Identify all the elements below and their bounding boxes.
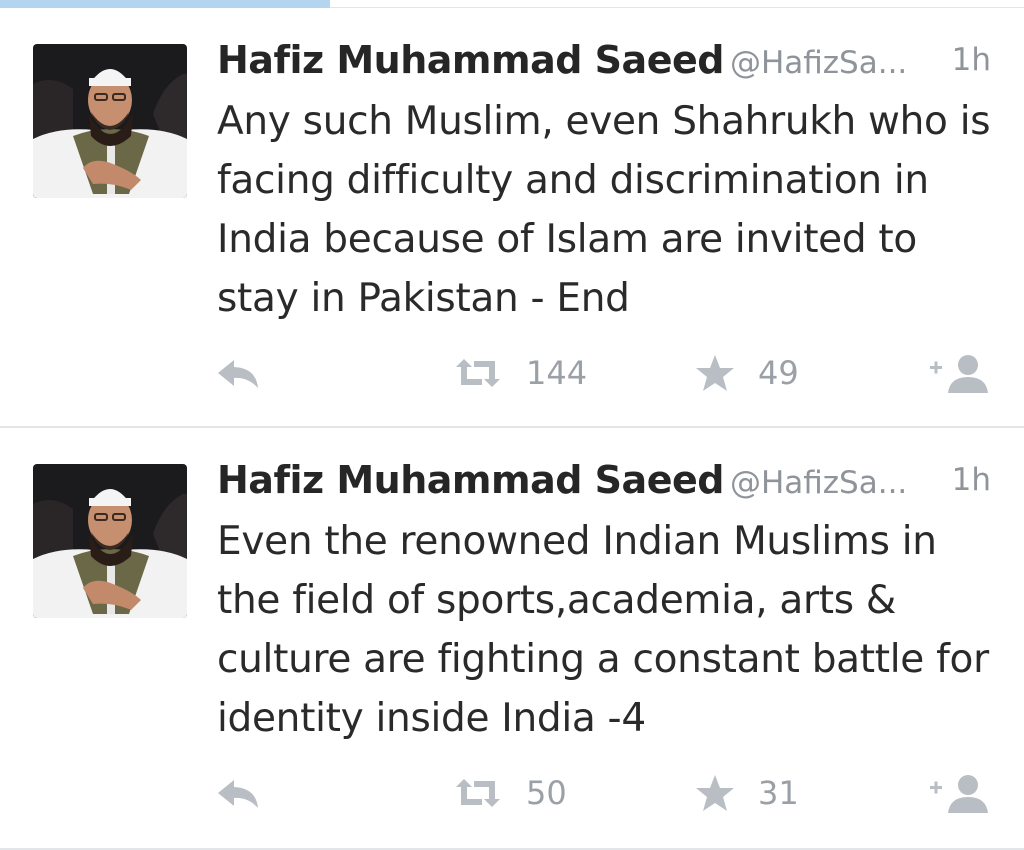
tweet-actions: 144 49 (0, 348, 1024, 398)
author-handle[interactable]: @HafizSa... (730, 465, 907, 501)
favorite-count: 31 (758, 774, 799, 812)
reply-button[interactable] (216, 768, 262, 818)
avatar[interactable] (33, 44, 187, 198)
star-icon (694, 773, 736, 813)
tweet-text: Even the renowned Indian Muslims in the … (217, 519, 989, 741)
follow-button[interactable] (928, 768, 992, 818)
retweet-icon (452, 357, 504, 389)
reply-icon (216, 356, 262, 390)
add-user-icon (928, 351, 992, 395)
favorite-count: 49 (758, 354, 799, 392)
tweet-header: Hafiz Muhammad Saeed @HafizSa... 1h (217, 38, 997, 94)
tweet-actions: 50 31 (0, 768, 1024, 818)
retweet-button[interactable]: 144 (452, 348, 587, 398)
tweet-header: Hafiz Muhammad Saeed @HafizSa... 1h (217, 458, 997, 514)
avatar[interactable] (33, 464, 187, 618)
author-name[interactable]: Hafiz Muhammad Saeed (217, 458, 724, 502)
favorite-button[interactable]: 31 (694, 768, 799, 818)
favorite-button[interactable]: 49 (694, 348, 799, 398)
star-icon (694, 353, 736, 393)
retweet-button[interactable]: 50 (452, 768, 567, 818)
follow-button[interactable] (928, 348, 992, 398)
tweet-time: 1h (951, 42, 991, 78)
reply-button[interactable] (216, 348, 262, 398)
retweet-count: 144 (526, 354, 588, 392)
author-handle[interactable]: @HafizSa... (730, 45, 907, 81)
retweet-count: 50 (526, 774, 567, 812)
retweet-icon (452, 777, 504, 809)
tweet-item[interactable]: Hafiz Muhammad Saeed @HafizSa... 1h Even … (0, 428, 1024, 850)
tweet-text: Any such Muslim, even Shahrukh who is fa… (217, 99, 991, 321)
tab-indicator (0, 0, 330, 8)
add-user-icon (928, 771, 992, 815)
author-name[interactable]: Hafiz Muhammad Saeed (217, 38, 724, 82)
tweet-time: 1h (951, 462, 991, 498)
reply-icon (216, 776, 262, 810)
tweet-item[interactable]: Hafiz Muhammad Saeed @HafizSa... 1h Any s… (0, 8, 1024, 428)
